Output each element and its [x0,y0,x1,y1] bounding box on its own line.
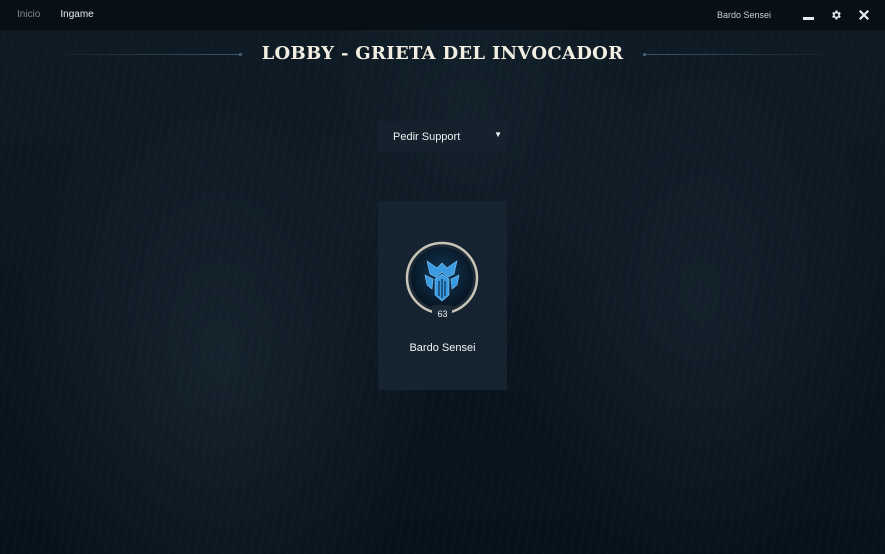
caret-down-icon: ▼ [494,130,502,139]
main-nav: Inicio Ingame [17,9,94,20]
title-divider-left [40,53,242,56]
settings-button[interactable] [825,6,847,24]
role-dropdown[interactable]: Pedir Support ▼ [378,121,507,152]
title-bar: Inicio Ingame Bardo Sensei [0,0,885,30]
lobby-window: Inicio Ingame Bardo Sensei LOBBY - GRIET… [0,0,885,554]
minimize-icon [802,17,814,20]
summoner-profile-icon [405,241,479,315]
page-title: LOBBY - GRIETA DEL INVOCADOR [261,43,624,64]
summoner-level: 63 [437,309,448,319]
summoner-name: Bardo Sensei [409,342,476,354]
window-controls: Bardo Sensei [717,6,875,24]
gear-icon [832,10,841,20]
title-divider-right [643,53,845,56]
close-icon [859,10,869,20]
nav-item-inicio[interactable]: Inicio [17,9,40,20]
username-label[interactable]: Bardo Sensei [717,10,771,20]
summoner-card[interactable]: 63 Bardo Sensei [378,201,507,390]
nav-item-ingame[interactable]: Ingame [60,9,93,20]
close-button[interactable] [853,6,875,24]
page-header: LOBBY - GRIETA DEL INVOCADOR [0,40,885,70]
minimize-button[interactable] [797,6,819,24]
role-dropdown-value: Pedir Support [393,131,461,143]
